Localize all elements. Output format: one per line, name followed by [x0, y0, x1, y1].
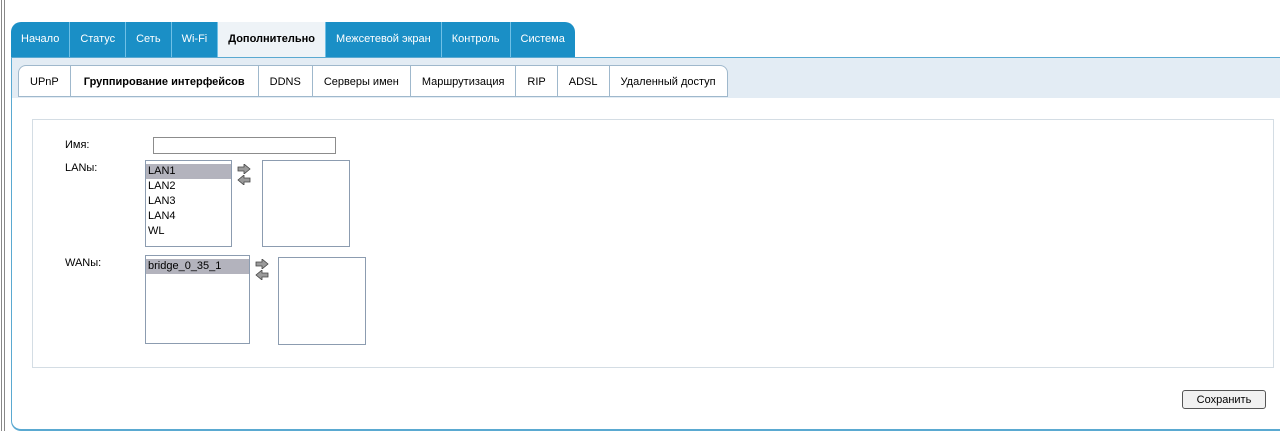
top-tab-home[interactable]: Начало	[11, 22, 71, 57]
top-tab-status[interactable]: Статус	[70, 22, 127, 57]
lans-available-list[interactable]: LAN1 LAN2 LAN3 LAN4 WL	[145, 160, 232, 247]
sub-nav-bar: UPnP Группирование интерфейсов DDNS Серв…	[12, 58, 1280, 98]
content-frame: UPnP Группирование интерфейсов DDNS Серв…	[11, 57, 1280, 431]
top-tab-advanced[interactable]: Дополнительно	[218, 22, 327, 57]
sub-nav: UPnP Группирование интерфейсов DDNS Серв…	[18, 65, 728, 97]
list-item[interactable]: WL	[146, 224, 231, 239]
page-edge-line	[1, 0, 2, 431]
sub-tab-interface-grouping[interactable]: Группирование интерфейсов	[70, 65, 259, 97]
sub-tab-adsl[interactable]: ADSL	[557, 65, 610, 97]
top-tab-firewall[interactable]: Межсетевой экран	[326, 22, 442, 57]
sub-tab-remote-access[interactable]: Удаленный доступ	[609, 65, 728, 97]
top-tab-wifi[interactable]: Wi-Fi	[171, 22, 219, 57]
list-item[interactable]: bridge_0_35_1	[146, 259, 249, 274]
list-item[interactable]: LAN4	[146, 209, 231, 224]
sub-tab-name-servers[interactable]: Серверы имен	[312, 65, 411, 97]
sub-tab-rip[interactable]: RIP	[516, 65, 558, 97]
wans-available-list[interactable]: bridge_0_35_1	[145, 255, 250, 344]
wans-grouped-list[interactable]	[278, 257, 366, 345]
list-item[interactable]: LAN3	[146, 194, 231, 209]
interface-grouping-form: Имя: LANы: LAN1 LAN2 LAN3 LAN4 WL WANы: …	[32, 119, 1274, 368]
list-item[interactable]: LAN2	[146, 179, 231, 194]
arrow-right-icon[interactable]	[255, 259, 269, 269]
page-edge-line	[4, 0, 5, 431]
top-tab-network[interactable]: Сеть	[126, 22, 172, 57]
wans-label: WANы:	[65, 257, 102, 269]
lans-grouped-list[interactable]	[262, 160, 350, 247]
name-input[interactable]	[153, 137, 336, 154]
lans-label: LANы:	[65, 162, 98, 174]
top-nav: Начало Статус Сеть Wi-Fi Дополнительно М…	[11, 22, 575, 57]
top-tab-control[interactable]: Контроль	[441, 22, 511, 57]
sub-tab-ddns[interactable]: DDNS	[258, 65, 313, 97]
arrow-left-icon[interactable]	[255, 270, 269, 280]
arrow-left-icon[interactable]	[237, 175, 251, 185]
name-label: Имя:	[65, 139, 90, 151]
arrow-right-icon[interactable]	[237, 164, 251, 174]
top-tab-system[interactable]: Система	[510, 22, 575, 57]
sub-tab-routing[interactable]: Маршрутизация	[410, 65, 517, 97]
save-button[interactable]: Сохранить	[1182, 390, 1266, 409]
sub-tab-upnp[interactable]: UPnP	[18, 65, 71, 97]
list-item[interactable]: LAN1	[146, 164, 231, 179]
